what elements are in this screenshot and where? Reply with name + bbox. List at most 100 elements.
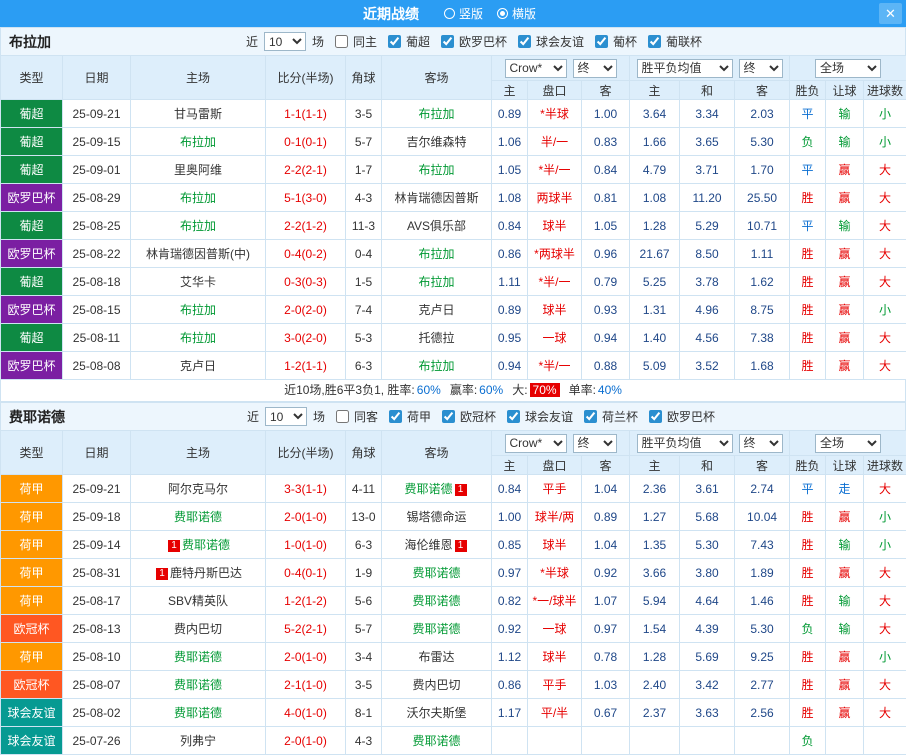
avg-odds-select[interactable]: 胜平负均值 [637, 59, 733, 78]
home-team[interactable]: 克卢日 [131, 352, 266, 380]
away-team[interactable]: 费内巴切 [382, 671, 492, 699]
away-team[interactable]: 布拉加 [382, 156, 492, 184]
home-team[interactable]: 林肯瑞德因普斯(中) [131, 240, 266, 268]
same-venue-checkbox[interactable] [336, 410, 349, 423]
home-team[interactable]: 布拉加 [131, 296, 266, 324]
closing-select[interactable]: 终 [739, 59, 783, 78]
league-filter-checkbox[interactable] [648, 35, 661, 48]
away-team[interactable]: 费耶诺德 [382, 587, 492, 615]
handicap: *半/一 [528, 156, 582, 184]
asian-away-odds: 0.92 [582, 559, 630, 587]
score: 3-3(1-1) [266, 475, 346, 503]
league-badge: 葡超 [1, 100, 63, 128]
score: 5-2(2-1) [266, 615, 346, 643]
league-filter-checkbox[interactable] [507, 410, 520, 423]
handicap-result: 输 [826, 100, 864, 128]
handicap: 一球 [528, 324, 582, 352]
home-team[interactable]: 费耶诺德 [131, 699, 266, 727]
home-team[interactable]: 费耶诺德 [131, 671, 266, 699]
handicap-result: 赢 [826, 643, 864, 671]
away-team[interactable]: 林肯瑞德因普斯 [382, 184, 492, 212]
away-team[interactable]: AVS俱乐部 [382, 212, 492, 240]
avg-lose: 10.71 [735, 212, 790, 240]
league-filter-checkbox[interactable] [388, 35, 401, 48]
avg-win: 2.40 [630, 671, 680, 699]
away-team[interactable]: 布拉加 [382, 268, 492, 296]
league-badge: 葡超 [1, 212, 63, 240]
section-header: 布拉加近10场同主葡超欧罗巴杯球会友谊葡杯葡联杯 [0, 27, 906, 55]
away-team[interactable]: 吉尔维森特 [382, 128, 492, 156]
match-count-select[interactable]: 10 [264, 32, 306, 51]
league-badge: 葡超 [1, 324, 63, 352]
close-button[interactable]: ✕ [879, 3, 902, 24]
home-team[interactable]: 里奥阿维 [131, 156, 266, 184]
scope-select[interactable]: 全场 [815, 434, 881, 453]
avg-odds-select[interactable]: 胜平负均值 [637, 434, 733, 453]
away-team[interactable]: 沃尔夫斯堡 [382, 699, 492, 727]
home-team[interactable]: 1费耶诺德 [131, 531, 266, 559]
away-team-name: AVS俱乐部 [407, 219, 466, 233]
league-badge: 荷甲 [1, 643, 63, 671]
league-filter-checkbox[interactable] [649, 410, 662, 423]
closing-select[interactable]: 终 [573, 59, 617, 78]
home-team[interactable]: 列弗宁 [131, 727, 266, 755]
home-team-name: 列弗宁 [180, 734, 216, 748]
closing-select[interactable]: 终 [573, 434, 617, 453]
league-badge: 欧罗巴杯 [1, 352, 63, 380]
away-team[interactable]: 海伦维恩1 [382, 531, 492, 559]
home-team[interactable]: 甘马雷斯 [131, 100, 266, 128]
layout-vertical-option[interactable]: 竖版 [444, 5, 483, 22]
match-row: 荷甲25-08-10费耶诺德2-0(1-0)3-4布雷达1.12球半0.781.… [1, 643, 906, 671]
match-count-select[interactable]: 10 [265, 407, 307, 426]
corner-score: 4-3 [346, 727, 382, 755]
league-filter-checkbox[interactable] [518, 35, 531, 48]
bookmaker-select[interactable]: Crow* [505, 59, 567, 78]
away-team[interactable]: 费耶诺德 [382, 727, 492, 755]
league-filter-checkbox[interactable] [389, 410, 402, 423]
home-team[interactable]: 1鹿特丹斯巴达 [131, 559, 266, 587]
away-team[interactable]: 布雷达 [382, 643, 492, 671]
home-team[interactable]: 布拉加 [131, 184, 266, 212]
goals-total: 大 [864, 671, 906, 699]
league-filter-checkbox[interactable] [595, 35, 608, 48]
away-team[interactable]: 费耶诺德1 [382, 475, 492, 503]
away-team[interactable]: 布拉加 [382, 240, 492, 268]
closing-select[interactable]: 终 [739, 434, 783, 453]
home-team[interactable]: 阿尔克马尔 [131, 475, 266, 503]
league-badge: 欧冠杯 [1, 615, 63, 643]
home-team[interactable]: 费耶诺德 [131, 643, 266, 671]
match-date: 25-08-31 [63, 559, 131, 587]
bookmaker-select[interactable]: Crow* [505, 434, 567, 453]
away-team[interactable]: 费耶诺德 [382, 559, 492, 587]
away-team[interactable]: 布拉加 [382, 352, 492, 380]
scope-select[interactable]: 全场 [815, 59, 881, 78]
corner-score: 13-0 [346, 503, 382, 531]
score: 1-0(1-0) [266, 531, 346, 559]
league-filter-checkbox[interactable] [441, 35, 454, 48]
home-team[interactable]: 布拉加 [131, 212, 266, 240]
league-filter-checkbox[interactable] [442, 410, 455, 423]
league-badge: 荷甲 [1, 531, 63, 559]
away-team[interactable]: 锡塔德命运 [382, 503, 492, 531]
result: 胜 [790, 587, 826, 615]
away-team[interactable]: 托德拉 [382, 324, 492, 352]
home-team[interactable]: SBV精英队 [131, 587, 266, 615]
home-team[interactable]: 布拉加 [131, 128, 266, 156]
layout-horizontal-option[interactable]: 横版 [497, 5, 536, 22]
home-team[interactable]: 布拉加 [131, 324, 266, 352]
score: 2-2(1-2) [266, 212, 346, 240]
away-team[interactable]: 克卢日 [382, 296, 492, 324]
home-team[interactable]: 艾华卡 [131, 268, 266, 296]
home-team[interactable]: 费耶诺德 [131, 503, 266, 531]
home-team[interactable]: 费内巴切 [131, 615, 266, 643]
avg-lose: 7.43 [735, 531, 790, 559]
same-venue-checkbox[interactable] [335, 35, 348, 48]
away-team[interactable]: 布拉加 [382, 100, 492, 128]
league-filter-checkbox[interactable] [584, 410, 597, 423]
away-team[interactable]: 费耶诺德 [382, 615, 492, 643]
subcol-header-handicap-result: 让球 [826, 456, 864, 475]
home-team-name: 阿尔克马尔 [168, 482, 228, 496]
avg-lose: 2.77 [735, 671, 790, 699]
asian-home-odds: 0.97 [492, 559, 528, 587]
avg-draw: 11.20 [680, 184, 735, 212]
